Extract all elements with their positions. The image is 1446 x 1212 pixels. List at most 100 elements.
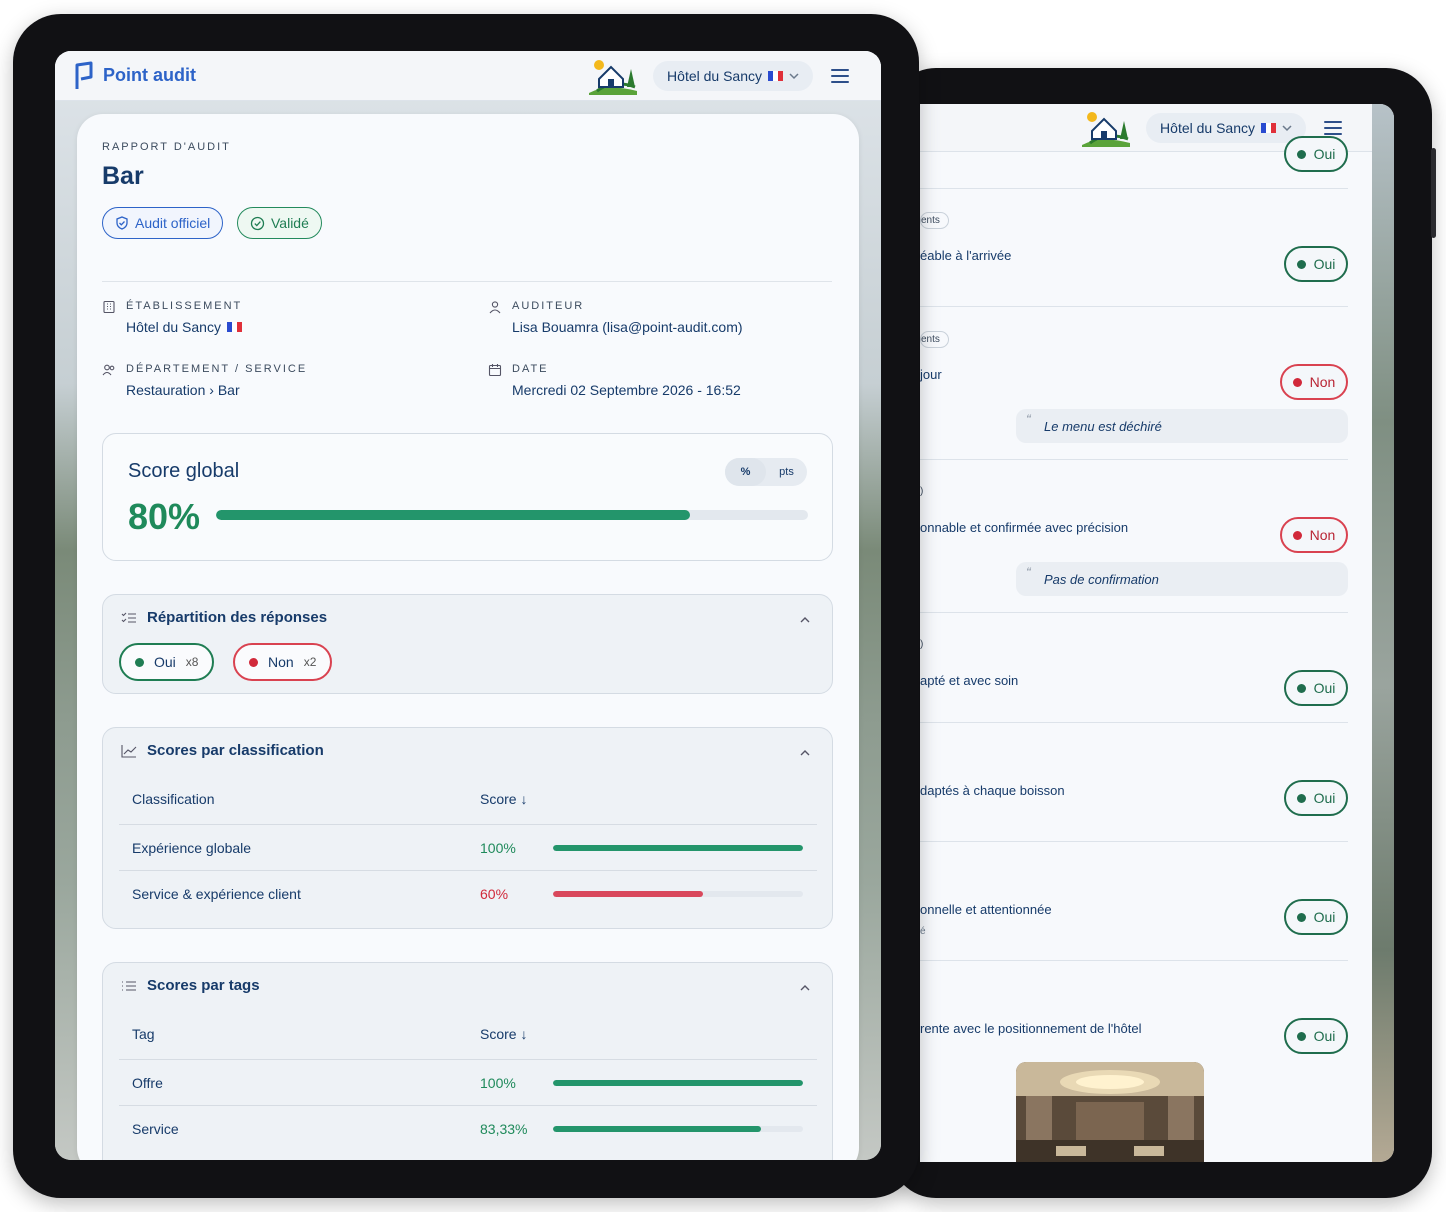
row-progress-bar bbox=[553, 1126, 803, 1132]
item-question: daptés à chaque boisson bbox=[920, 783, 1065, 798]
global-score-panel: Score global % pts 80% bbox=[102, 433, 833, 561]
french-flag-icon bbox=[768, 70, 783, 81]
page-title: Bar bbox=[102, 162, 144, 190]
list-divider bbox=[920, 612, 1348, 613]
item-comment: “Pas de confirmation bbox=[1016, 562, 1348, 596]
answer-yes-badge: Oui bbox=[1284, 1018, 1348, 1054]
column-header-tag: Tag bbox=[132, 1026, 155, 1042]
app-logo[interactable]: Point audit bbox=[73, 61, 196, 91]
row-score: 83,33% bbox=[480, 1121, 528, 1137]
app-name: Point audit bbox=[103, 65, 196, 85]
hotel-name: Hôtel du Sancy bbox=[1160, 119, 1255, 136]
hamburger-menu-icon[interactable] bbox=[831, 68, 849, 83]
audit-report-card: RAPPORT D'AUDIT Bar Audit officiel Valid… bbox=[77, 114, 859, 1160]
department-field: DÉPARTEMENT / SERVICE Restauration › Bar bbox=[102, 363, 307, 398]
score-unit-toggle[interactable]: % pts bbox=[725, 458, 807, 486]
official-audit-badge: Audit officiel bbox=[102, 207, 224, 239]
score-progress-fill bbox=[216, 510, 690, 520]
table-row: Service 83,33% bbox=[119, 1105, 817, 1151]
item-question: onnelle et attentionnée bbox=[920, 902, 1052, 917]
users-icon bbox=[102, 364, 115, 376]
chevron-down-icon bbox=[1282, 124, 1292, 131]
toggle-percent[interactable]: % bbox=[725, 458, 766, 486]
item-question: éable à l'arrivée bbox=[920, 248, 1012, 263]
row-progress-bar bbox=[553, 891, 803, 897]
answer-no-badge: Non bbox=[1280, 364, 1348, 400]
building-icon bbox=[103, 300, 115, 314]
establishment-field: ÉTABLISSEMENT Hôtel du Sancy bbox=[102, 300, 242, 335]
row-progress-fill bbox=[553, 1126, 762, 1132]
hotel-logo-icon bbox=[1082, 111, 1131, 147]
table-row: Expérience globale 100% bbox=[119, 824, 817, 870]
point-audit-logo-icon bbox=[75, 61, 93, 89]
score-progress-bar bbox=[216, 510, 808, 520]
list-divider bbox=[920, 306, 1348, 307]
french-flag-icon bbox=[226, 322, 242, 332]
tags-panel: Scores par tags Tag Score ↓ Offre 100% Ser… bbox=[102, 962, 833, 1160]
row-label: Offre bbox=[132, 1075, 163, 1091]
table-row: Offre 100% bbox=[119, 1059, 817, 1105]
list-check-icon bbox=[121, 612, 136, 623]
no-count-chip[interactable]: Non x2 bbox=[233, 643, 333, 681]
validated-badge: Validé bbox=[237, 207, 322, 239]
tags-header[interactable]: Scores par tags bbox=[121, 977, 260, 994]
column-header-score[interactable]: Score ↓ bbox=[480, 791, 527, 807]
score-title: Score global bbox=[128, 460, 240, 482]
list-divider bbox=[920, 841, 1348, 842]
chevron-up-icon[interactable] bbox=[798, 746, 812, 760]
classification-panel: Scores par classification Classification… bbox=[102, 727, 833, 929]
answer-yes-badge: Oui bbox=[1284, 136, 1348, 172]
row-progress-bar bbox=[553, 1080, 803, 1086]
line-chart-icon bbox=[121, 744, 137, 758]
yes-count-chip[interactable]: Oui x8 bbox=[119, 643, 215, 681]
back-hotel-selector[interactable]: Hôtel du Sancy bbox=[1146, 112, 1306, 143]
shield-check-icon bbox=[116, 216, 128, 230]
calendar-icon bbox=[488, 364, 502, 377]
item-tag: ) bbox=[920, 639, 924, 650]
item-question: apté et avec soin bbox=[920, 673, 1019, 688]
list-divider bbox=[920, 188, 1348, 189]
item-comment: “Le menu est déchiré bbox=[1016, 409, 1348, 443]
answer-yes-badge: Oui bbox=[1284, 780, 1348, 816]
distribution-panel: Répartition des réponses Oui x8 Non x2 bbox=[102, 594, 833, 694]
chevron-up-icon[interactable] bbox=[798, 613, 812, 627]
front-screen: Point audit Hôtel du Sancy RAPPORT D'AUD… bbox=[55, 51, 881, 1160]
topbar: Point audit Hôtel du Sancy bbox=[55, 51, 881, 101]
hamburger-menu-icon[interactable] bbox=[1324, 120, 1342, 135]
toggle-points[interactable]: pts bbox=[766, 458, 807, 486]
list-divider bbox=[920, 459, 1348, 460]
item-subtext: é bbox=[920, 926, 926, 937]
report-eyebrow: RAPPORT D'AUDIT bbox=[102, 141, 231, 153]
back-screen: Hôtel du Sancy Oui ents éable à l'arrivé… bbox=[920, 104, 1394, 1162]
score-value: 80% bbox=[128, 496, 201, 537]
classification-header[interactable]: Scores par classification bbox=[121, 742, 324, 759]
check-circle-icon bbox=[250, 216, 265, 230]
row-score: 100% bbox=[480, 840, 516, 856]
row-label: Service bbox=[132, 1121, 179, 1137]
item-question: onnable et confirmée avec précision bbox=[920, 520, 1129, 535]
hotel-selector[interactable]: Hôtel du Sancy bbox=[653, 60, 813, 91]
list-divider bbox=[920, 722, 1348, 723]
distribution-header[interactable]: Répartition des réponses bbox=[121, 609, 327, 626]
item-tag: ents bbox=[920, 212, 949, 229]
item-question: rente avec le positionnement de l'hôtel bbox=[920, 1021, 1142, 1036]
row-progress-fill bbox=[553, 891, 703, 897]
row-score: 60% bbox=[480, 886, 509, 902]
hotel-name: Hôtel du Sancy bbox=[667, 67, 762, 84]
row-score: 100% bbox=[480, 1075, 516, 1091]
item-photo[interactable] bbox=[1016, 1062, 1204, 1162]
chevron-up-icon[interactable] bbox=[798, 981, 812, 995]
item-tag: ) bbox=[920, 486, 924, 497]
table-row: Service & expérience client 60% bbox=[119, 870, 817, 916]
user-icon bbox=[489, 301, 501, 314]
answer-yes-badge: Oui bbox=[1284, 899, 1348, 935]
column-header-score[interactable]: Score ↓ bbox=[480, 1026, 527, 1042]
lobby-photo-image bbox=[1016, 1062, 1204, 1162]
list-icon bbox=[122, 980, 136, 991]
answer-no-badge: Non bbox=[1280, 517, 1348, 553]
row-progress-fill bbox=[553, 845, 803, 851]
chevron-down-icon bbox=[789, 72, 799, 79]
side-button bbox=[1431, 148, 1436, 238]
row-progress-bar bbox=[553, 845, 803, 851]
item-question: jour bbox=[920, 367, 942, 382]
